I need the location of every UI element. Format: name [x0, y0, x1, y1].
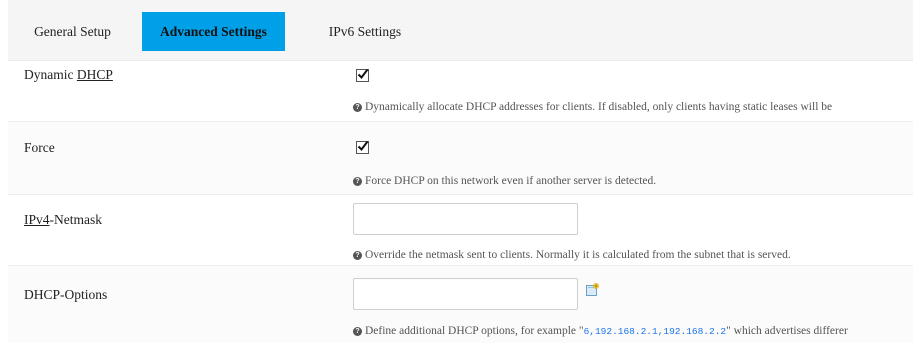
dhcp-options-input[interactable]	[353, 278, 578, 310]
dhcp-options-help-text: Define additional DHCP options, for exam…	[365, 325, 584, 337]
checkmark-icon	[357, 140, 369, 152]
force-help-text: Force DHCP on this network even if anoth…	[365, 175, 657, 187]
tab-bar: General Setup Advanced Settings IPv6 Set…	[8, 0, 913, 61]
checkmark-icon	[357, 68, 369, 80]
dhcp-options-help-suffix: " which advertises differer	[726, 325, 848, 337]
row-dhcp-options: DHCP-Options ? Define additional DHCP opt…	[8, 266, 913, 343]
ipv4-netmask-help-text: Override the netmask sent to clients. No…	[365, 249, 791, 261]
help-icon: ?	[353, 177, 362, 186]
row-force: Force ? Force DHCP on this network even i…	[8, 122, 913, 194]
ipv4-netmask-input[interactable]	[353, 203, 578, 235]
add-value-icon[interactable]	[585, 283, 599, 297]
help-icon: ?	[353, 327, 362, 336]
dynamic-dhcp-label: Dynamic DHCP	[24, 67, 113, 83]
help-icon: ?	[353, 251, 362, 260]
dynamic-dhcp-label-text: Dynamic	[24, 67, 77, 82]
force-checkbox[interactable]	[356, 140, 369, 154]
dynamic-dhcp-help: ? Dynamically allocate DHCP addresses for…	[353, 101, 832, 113]
dhcp-options-help: ? Define additional DHCP options, for exa…	[353, 325, 848, 337]
dhcp-options-label: DHCP-Options	[24, 287, 108, 302]
ipv4-netmask-help: ? Override the netmask sent to clients. N…	[353, 249, 791, 261]
force-label: Force	[24, 140, 55, 155]
help-icon: ?	[353, 103, 362, 112]
dhcp-settings-page: General Setup Advanced Settings IPv6 Set…	[0, 0, 913, 343]
netmask-label-text: -Netmask	[49, 212, 102, 227]
dynamic-dhcp-checkbox[interactable]	[356, 68, 369, 82]
ipv4-abbr: IPv4	[24, 212, 50, 227]
ipv4-netmask-label: IPv4-Netmask	[24, 212, 102, 228]
tab-ipv6-settings[interactable]: IPv6 Settings	[310, 12, 420, 51]
dhcp-abbr: DHCP	[76, 67, 113, 82]
tab-general-setup[interactable]: General Setup	[14, 12, 131, 51]
tab-advanced-settings[interactable]: Advanced Settings	[142, 12, 285, 51]
row-ipv4-netmask: IPv4-Netmask ? Override the netmask sent …	[8, 195, 913, 265]
row-dynamic-dhcp: Dynamic DHCP ? Dynamically allocate DHCP …	[8, 61, 913, 120]
force-help: ? Force DHCP on this network even if anot…	[353, 175, 656, 187]
dynamic-dhcp-help-text: Dynamically allocate DHCP addresses for …	[365, 101, 833, 113]
dhcp-options-example-code: 6,192.168.2.1,192.168.2.2	[583, 326, 727, 337]
